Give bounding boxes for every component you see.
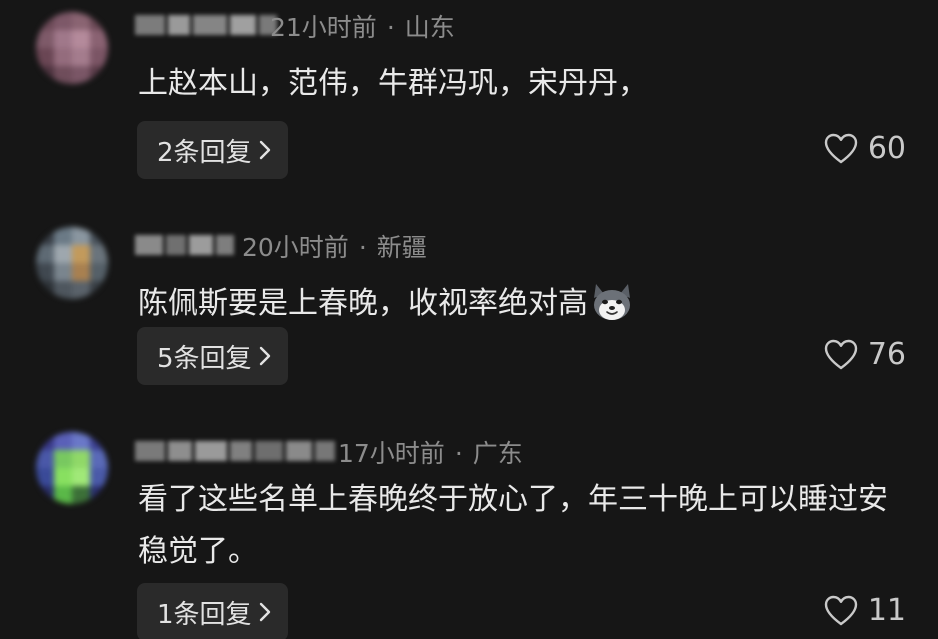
comment-meta: 20小时前 · 新疆 <box>242 233 427 262</box>
username[interactable] <box>135 12 277 38</box>
view-replies-button[interactable]: 1条回复 <box>137 583 288 639</box>
like-button[interactable]: 76 <box>824 337 906 372</box>
chevron-right-icon <box>258 345 272 367</box>
comment-text-content: 陈佩斯要是上春晚，收视率绝对高 <box>138 286 588 321</box>
reply-count: 5条回复 <box>157 343 252 374</box>
like-count: 11 <box>867 593 906 628</box>
avatar[interactable] <box>36 227 108 299</box>
avatar[interactable] <box>36 12 108 84</box>
comment-location: 新疆 <box>376 233 427 262</box>
comment-location: 山东 <box>404 13 455 42</box>
heart-icon <box>824 339 858 371</box>
comment-meta: 21小时前 · 山东 <box>270 13 455 42</box>
comment-text: 陈佩斯要是上春晚，收视率绝对高 <box>138 278 908 330</box>
reply-count: 2条回复 <box>157 137 252 168</box>
comment-item: 17小时前 · 广东 看了这些名单上春晚终于放心了，年三十晚上可以睡过安稳觉了。 1… <box>0 426 938 639</box>
comment-time: 20小时前 <box>242 233 349 262</box>
reply-count: 1条回复 <box>157 599 252 630</box>
username[interactable] <box>135 232 234 258</box>
comment-location: 广东 <box>472 439 523 468</box>
comment-item: 21小时前 · 山东 上赵本山，范伟，牛群冯巩，宋丹丹， 2条回复 60 <box>0 0 938 205</box>
comment-time: 21小时前 <box>270 13 377 42</box>
view-replies-button[interactable]: 2条回复 <box>137 121 288 179</box>
heart-icon <box>824 133 858 165</box>
comment-meta: 17小时前 · 广东 <box>338 439 523 468</box>
like-count: 76 <box>867 337 906 372</box>
avatar[interactable] <box>36 432 108 504</box>
comment-item: 20小时前 · 新疆 陈佩斯要是上春晚，收视率绝对高 5条回复 76 <box>0 220 938 420</box>
heart-icon <box>824 595 858 627</box>
husky-dog-emoji <box>590 280 634 324</box>
chevron-right-icon <box>258 601 272 623</box>
view-replies-button[interactable]: 5条回复 <box>137 327 288 385</box>
comment-feed: 21小时前 · 山东 上赵本山，范伟，牛群冯巩，宋丹丹， 2条回复 60 20小… <box>0 0 938 639</box>
comment-text: 上赵本山，范伟，牛群冯巩，宋丹丹， <box>138 66 648 101</box>
like-count: 60 <box>867 131 906 166</box>
comment-text: 看了这些名单上春晚终于放心了，年三十晚上可以睡过安稳觉了。 <box>138 482 888 569</box>
chevron-right-icon <box>258 139 272 161</box>
like-button[interactable]: 60 <box>824 131 906 166</box>
comment-time: 17小时前 <box>338 439 445 468</box>
username[interactable] <box>135 438 335 464</box>
like-button[interactable]: 11 <box>824 593 906 628</box>
